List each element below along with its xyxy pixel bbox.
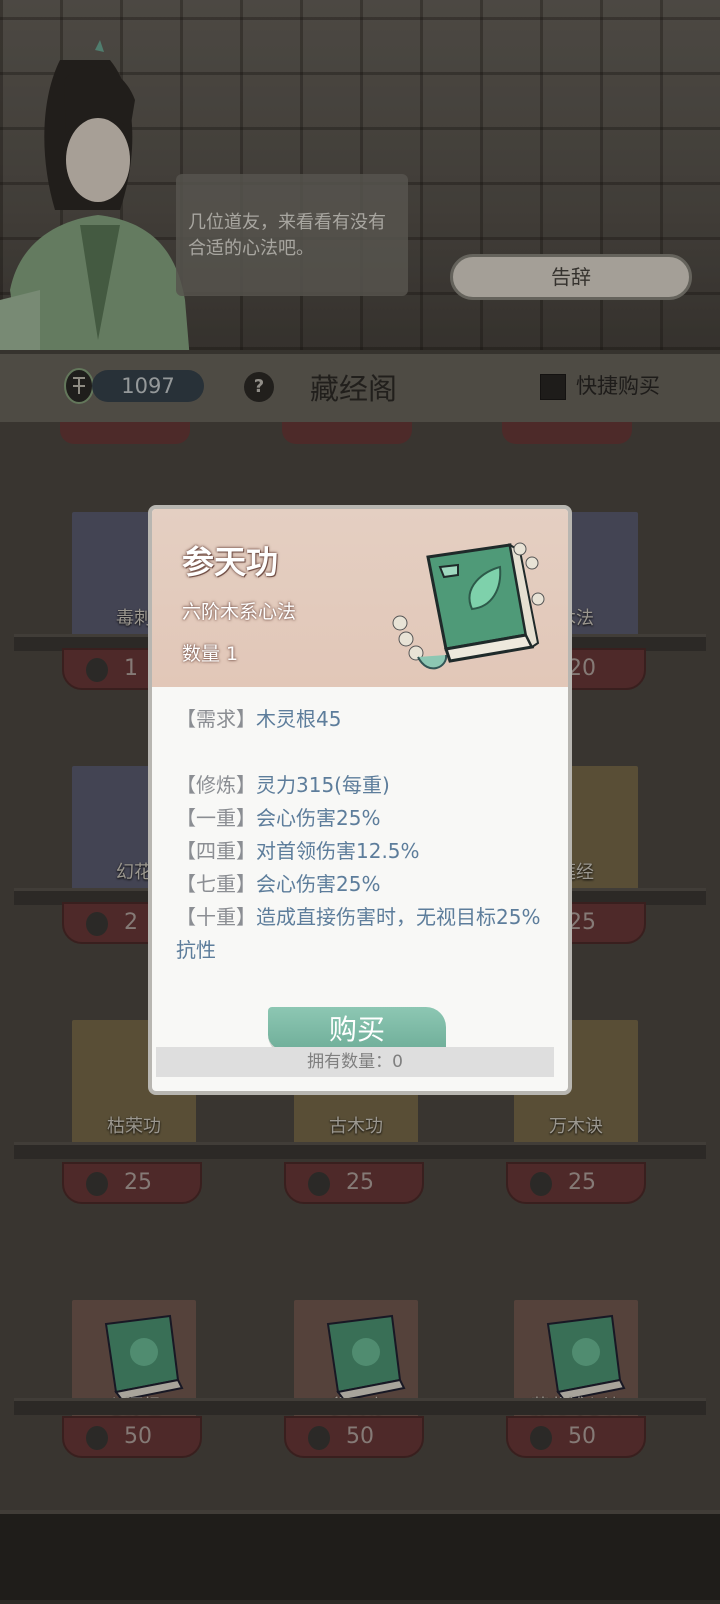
book-grade: 六阶木系心法: [182, 601, 297, 623]
level10-tag: 【十重】: [176, 905, 256, 929]
requirement-tag: 【需求】: [176, 707, 256, 731]
requirement-value: 木灵根45: [256, 707, 342, 731]
level1-tag: 【一重】: [176, 806, 256, 830]
book-quantity: 数量 1: [182, 643, 239, 665]
cultivate-tag: 【修炼】: [176, 773, 256, 797]
cultivate-value: 灵力315(每重): [256, 773, 390, 797]
level1-value: 会心伤害25%: [256, 806, 381, 830]
level7-tag: 【七重】: [176, 872, 256, 896]
level4-tag: 【四重】: [176, 839, 256, 863]
book-detail-dialog: 参天功 六阶木系心法 数量 1 【需求】木灵根45 【修炼】灵力315(每重) …: [148, 505, 572, 1095]
owned-count: 拥有数量：0: [156, 1047, 554, 1077]
dialog-header: 参天功 六阶木系心法 数量 1: [152, 509, 568, 687]
book-icon: [392, 542, 545, 670]
level4-value: 对首领伤害12.5%: [256, 839, 420, 863]
level7-value: 会心伤害25%: [256, 872, 381, 896]
book-description: 【需求】木灵根45 【修炼】灵力315(每重) 【一重】会心伤害25% 【四重】…: [176, 703, 546, 967]
book-title: 参天功: [182, 543, 279, 581]
